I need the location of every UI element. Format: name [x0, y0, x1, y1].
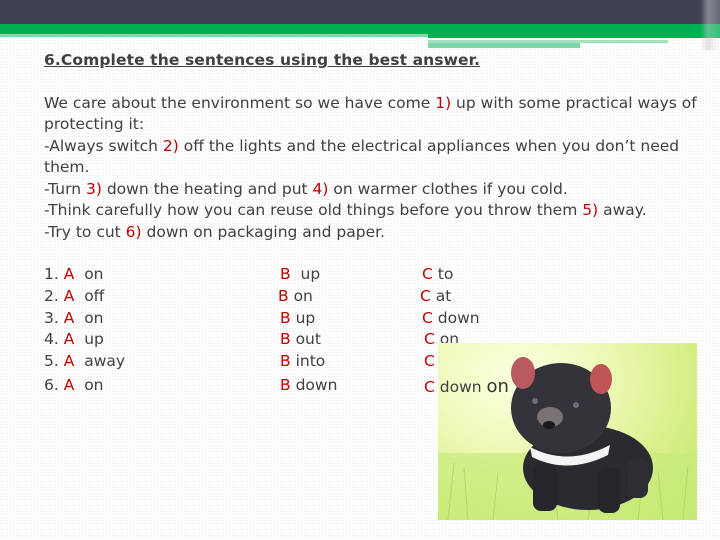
- sentence-text: down on packaging and paper.: [141, 222, 385, 241]
- option-letter: A: [63, 375, 75, 394]
- option-number: 6.: [44, 375, 59, 394]
- blank-number: 1): [435, 93, 452, 112]
- exercise-heading: 6.Complete the sentences using the best …: [44, 51, 481, 69]
- option-text: on: [84, 308, 104, 327]
- option-letter: B: [280, 330, 291, 349]
- blank-number: 2): [162, 136, 179, 155]
- option-number: 2.: [44, 286, 59, 305]
- option-number: 1.: [44, 265, 59, 283]
- sentence-text: -Always switch: [44, 136, 163, 155]
- exercise-text: 6.Complete the sentences using the best …: [44, 50, 704, 243]
- sentence-text: -Try to cut: [44, 222, 126, 241]
- option-letter: C: [424, 352, 435, 371]
- option-letter: B: [280, 352, 291, 371]
- option-letter: B: [280, 308, 291, 327]
- edge-fade: [700, 0, 720, 50]
- option-a: 3. A on: [44, 309, 104, 327]
- option-b: B up: [280, 265, 320, 283]
- accent-band-light-2: [428, 43, 580, 48]
- sentence-5: -Try to cut 6) down on packaging and pap…: [44, 222, 704, 244]
- blank-number: 4): [312, 179, 329, 198]
- tasmanian-devil-photo: [438, 343, 697, 520]
- option-text: at: [435, 286, 452, 305]
- option-number: 3.: [44, 308, 59, 327]
- option-text: away: [79, 352, 126, 371]
- title-bar: [0, 0, 720, 24]
- animal-illustration: [438, 357, 697, 520]
- animal-leg: [598, 468, 620, 513]
- sentence-4: -Think carefully how you can reuse old t…: [44, 200, 704, 222]
- option-letter: A: [63, 286, 75, 305]
- option-b: B down: [280, 376, 337, 394]
- animal-eye: [532, 398, 538, 404]
- sentence-text: -Think carefully how you can reuse old t…: [44, 201, 583, 219]
- option-letter: A: [63, 330, 75, 349]
- option-b: B on: [278, 287, 313, 305]
- animal-leg: [628, 458, 648, 498]
- sentence-2: -Always switch 2) off the lights and the…: [44, 136, 704, 179]
- accent-stripe: [0, 24, 720, 34]
- animal-eye: [573, 402, 579, 408]
- option-text: to: [437, 265, 454, 283]
- option-a: 2. A off: [44, 287, 104, 305]
- option-c: C down: [422, 309, 480, 327]
- option-b: B out: [280, 330, 321, 348]
- option-text: into: [295, 352, 326, 371]
- option-a: 1. A on: [44, 265, 104, 283]
- animal-ear-left: [511, 357, 535, 389]
- option-c: C to: [422, 265, 453, 283]
- option-letter: C: [422, 265, 433, 283]
- option-letter: A: [63, 265, 75, 283]
- option-text: on: [84, 265, 104, 283]
- option-text: up: [84, 330, 104, 349]
- accent-stripe-right: [428, 34, 720, 38]
- animal-ear-right: [590, 364, 612, 394]
- option-letter: B: [280, 265, 291, 283]
- option-a: 6. A on: [44, 376, 104, 394]
- option-letter: C: [424, 330, 435, 349]
- accent-stripe-light-left: [0, 34, 428, 37]
- option-b: B up: [280, 309, 315, 327]
- sentence-text: We care about the environment so we have…: [44, 93, 436, 112]
- blank-number: 6): [125, 222, 142, 241]
- option-text: down: [437, 308, 480, 327]
- option-letter: C: [420, 286, 431, 305]
- option-letter: A: [63, 352, 75, 371]
- option-text: up: [295, 308, 316, 327]
- animal-leg: [533, 463, 557, 511]
- option-text: on: [293, 286, 313, 305]
- option-b: B into: [280, 352, 325, 370]
- option-a: 4. A up: [44, 330, 104, 348]
- option-text: out: [295, 330, 321, 349]
- animal-nose: [543, 421, 555, 429]
- sentence-text: away.: [598, 201, 647, 219]
- blank-number: 5): [582, 201, 599, 219]
- option-letter: C: [424, 377, 435, 396]
- sentence-text: -Turn: [44, 179, 86, 198]
- option-c: C at: [420, 287, 451, 305]
- option-number: 4.: [44, 330, 59, 349]
- option-a: 5. A away: [44, 352, 125, 370]
- sentence-text: down the heating and put: [101, 179, 313, 198]
- sentence-3: -Turn 3) down the heating and put 4) on …: [44, 179, 704, 201]
- blank-number: 3): [85, 179, 102, 198]
- option-text: on: [84, 375, 104, 394]
- option-letter: B: [278, 286, 289, 305]
- sentence-1: We care about the environment so we have…: [44, 93, 704, 136]
- option-c: C down on: [424, 376, 509, 397]
- option-text: down: [439, 377, 482, 396]
- option-letter: B: [280, 375, 291, 394]
- exercise-paragraph: We care about the environment so we have…: [44, 93, 704, 244]
- option-letter: A: [63, 308, 75, 327]
- option-text: down: [295, 375, 338, 394]
- option-number: 5.: [44, 352, 59, 371]
- option-text: up: [295, 265, 321, 283]
- option-extra-text: on: [486, 375, 509, 397]
- option-text: off: [84, 286, 105, 305]
- sentence-text: on warmer clothes if you cold.: [328, 179, 568, 198]
- option-letter: C: [422, 308, 433, 327]
